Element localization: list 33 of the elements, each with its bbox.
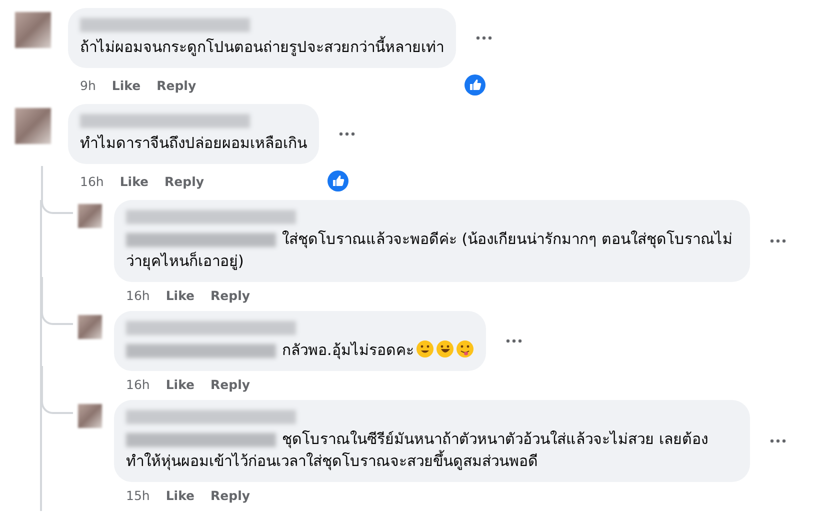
more-icon	[476, 36, 492, 40]
like-link[interactable]: Like	[120, 174, 149, 188]
comment-time: 15h	[126, 488, 150, 503]
comment-text: ใส่ชุดโบราณแล้วจะพอดีค่ะ (น้องเกียนน่ารักมากๆ ตอนใส่ชุดโบราณไม่ว่ายุคไหนก็เอาอยู่)	[126, 229, 734, 272]
more-icon	[506, 339, 522, 343]
more-icon	[339, 132, 355, 136]
reply-link[interactable]: Reply	[210, 288, 250, 303]
comment-time: 16h	[80, 174, 104, 188]
reply-link[interactable]: Reply	[210, 377, 250, 392]
reply-link[interactable]: Reply	[156, 78, 196, 92]
avatar-placeholder	[78, 404, 102, 428]
like-link[interactable]: Like	[166, 288, 195, 303]
avatar-placeholder	[78, 204, 102, 228]
reply-link[interactable]: Reply	[210, 488, 250, 503]
comment-time: 16h	[126, 377, 150, 392]
avatar-placeholder	[15, 12, 51, 48]
comment-text: ถ้าไม่ผอมจนกระดูกโปนตอนถ่ายรูปจะสวยกว่านี้หลายเท่า	[80, 36, 444, 58]
emoji-icon	[436, 340, 454, 358]
comment-text: ชุดโบราณในซีรีย์มันหนาถ้าตัวหนาตัวอ้วนใส่แล้วจะไม่สวย เลยต้องทำให้หุ่นผอมเข้าไว้ก่อนเวลาใส่ชุดโบราณจะสวยขึ้นดูสมส่วนพอดี	[126, 429, 709, 472]
comment-time: 16h	[126, 288, 150, 303]
emoji-icon	[456, 340, 474, 358]
avatar-placeholder	[78, 315, 102, 339]
emoji-icon	[416, 340, 434, 358]
comment-time: 9h	[80, 78, 96, 92]
comment-text: กลัวพอ.อุ้มไม่รอดคะ	[126, 339, 474, 361]
comment-text: ทำไมดาราจีนถึงปล่อยผอมเหลือเกิน	[80, 133, 307, 154]
like-link[interactable]: Like	[166, 488, 195, 503]
like-link[interactable]: Like	[166, 377, 195, 392]
more-icon	[770, 239, 786, 243]
avatar-placeholder	[15, 108, 51, 144]
like-link[interactable]: Like	[112, 78, 141, 92]
reply-link[interactable]: Reply	[164, 174, 204, 188]
more-icon	[770, 439, 786, 443]
